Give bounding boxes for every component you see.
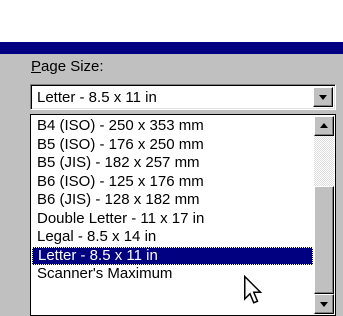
window-top-area xyxy=(0,0,343,42)
list-item-scanner-maximum[interactable]: Scanner's Maximum xyxy=(32,265,313,284)
arrow-cursor-icon xyxy=(244,275,263,304)
page-size-dropdown-list[interactable]: B4 (ISO) - 250 x 353 mm B5 (ISO) - 176 x… xyxy=(30,114,336,316)
list-item-double-letter[interactable]: Double Letter - 11 x 17 in xyxy=(32,210,313,229)
page-size-label-accelerator: P xyxy=(31,58,42,75)
scroll-down-button[interactable] xyxy=(314,294,334,314)
page-size-label: Page Size: xyxy=(31,58,104,75)
list-item-b5-jis[interactable]: B5 (JIS) - 182 x 257 mm xyxy=(32,154,313,173)
vertical-scrollbar[interactable] xyxy=(314,116,334,314)
scroll-up-button[interactable] xyxy=(314,116,334,136)
list-item-legal[interactable]: Legal - 8.5 x 14 in xyxy=(32,228,313,247)
list-item-letter[interactable]: Letter - 8.5 x 11 in xyxy=(32,246,313,265)
dropdown-button[interactable] xyxy=(313,87,333,107)
list-item-b5-iso[interactable]: B5 (ISO) - 176 x 250 mm xyxy=(32,136,313,155)
chevron-down-icon xyxy=(320,302,328,307)
title-bar xyxy=(0,42,343,54)
chevron-up-icon xyxy=(320,123,328,128)
list-item-b6-jis[interactable]: B6 (JIS) - 128 x 182 mm xyxy=(32,191,313,210)
scrollbar-thumb[interactable] xyxy=(314,186,334,294)
list-item-b6-iso[interactable]: B6 (ISO) - 125 x 176 mm xyxy=(32,173,313,192)
chevron-down-icon xyxy=(319,95,327,100)
list-item-b4-iso[interactable]: B4 (ISO) - 250 x 353 mm xyxy=(32,117,313,136)
page-size-options: B4 (ISO) - 250 x 353 mm B5 (ISO) - 176 x… xyxy=(32,117,313,284)
page-size-label-text: age Size: xyxy=(41,58,104,75)
page-size-selected-value: Letter - 8.5 x 11 in xyxy=(37,89,157,106)
page-size-combobox[interactable]: Letter - 8.5 x 11 in xyxy=(30,84,336,110)
